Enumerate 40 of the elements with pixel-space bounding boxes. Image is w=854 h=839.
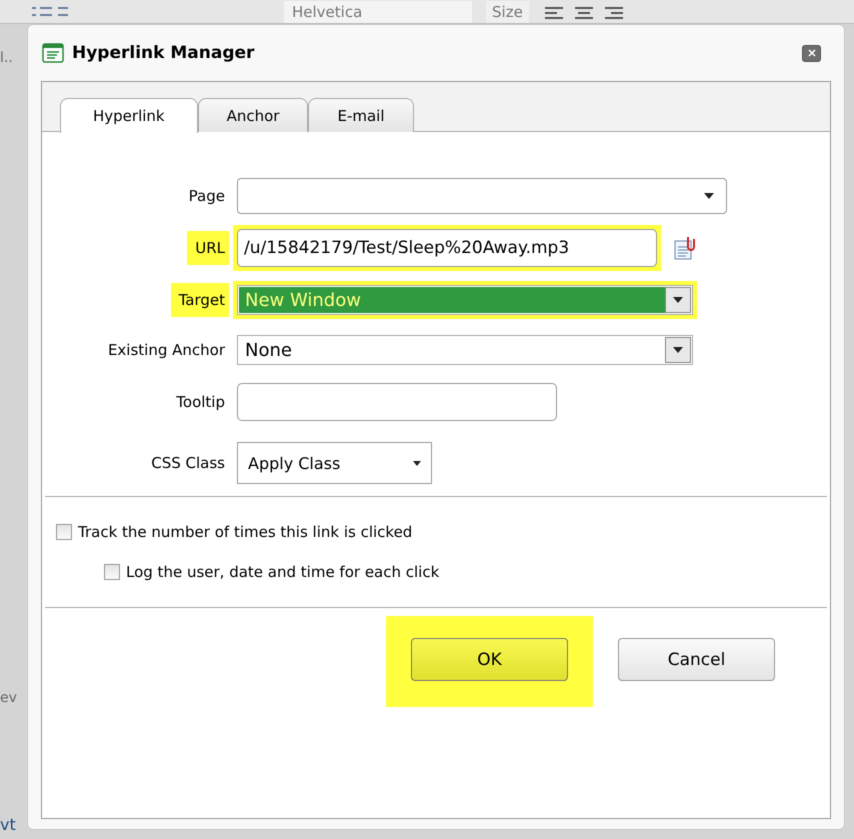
checkbox[interactable] <box>104 564 120 580</box>
tab[interactable]: Hyperlink <box>60 98 198 133</box>
close-icon <box>808 49 816 57</box>
caret-icon <box>673 297 683 303</box>
align-icon[interactable] <box>542 4 623 18</box>
checkbox[interactable] <box>56 524 72 540</box>
input-field[interactable]: /u/15842179/Test/Sleep%20Away.mp3 <box>237 229 657 267</box>
editor-text: vt <box>0 815 16 834</box>
field-label: Existing Anchor <box>106 340 226 361</box>
field-label: Tooltip <box>175 392 226 413</box>
field-label: Target <box>170 283 229 317</box>
caret-icon <box>413 460 421 466</box>
select-field[interactable]: None <box>237 335 693 365</box>
dialog-button[interactable]: Cancel <box>618 638 775 681</box>
dropdown-button[interactable] <box>665 337 691 363</box>
checkbox-label: Log the user, date and time for each click <box>126 563 440 581</box>
page-dropdown[interactable] <box>237 178 727 214</box>
tab[interactable]: Anchor <box>198 98 308 132</box>
select-value: New Window <box>239 287 665 313</box>
close-button[interactable] <box>802 44 821 62</box>
list-icon[interactable] <box>30 4 70 18</box>
editor-text: ev <box>0 690 17 706</box>
font-dropdown[interactable]: Helvetica <box>284 0 472 22</box>
window-title: Hyperlink Manager <box>72 43 254 63</box>
window-icon <box>42 43 64 63</box>
document-clip-icon[interactable] <box>673 235 697 261</box>
field-label: Page <box>188 186 226 207</box>
caret-icon <box>673 347 683 353</box>
class-dropdown[interactable]: Apply Class <box>237 442 432 484</box>
tab[interactable]: E-mail <box>308 98 414 132</box>
field-label: CSS Class <box>150 453 226 474</box>
dropdown-button[interactable] <box>665 287 691 313</box>
input-field[interactable] <box>237 383 557 421</box>
dialog-button[interactable]: OK <box>411 638 568 681</box>
editor-text: l.. <box>0 50 13 66</box>
caret-icon <box>704 193 714 199</box>
checkbox-label: Track the number of times this link is clicked <box>78 523 412 541</box>
select-value: None <box>244 338 293 362</box>
field-label: URL <box>187 231 229 265</box>
size-dropdown[interactable]: Size <box>486 0 529 22</box>
